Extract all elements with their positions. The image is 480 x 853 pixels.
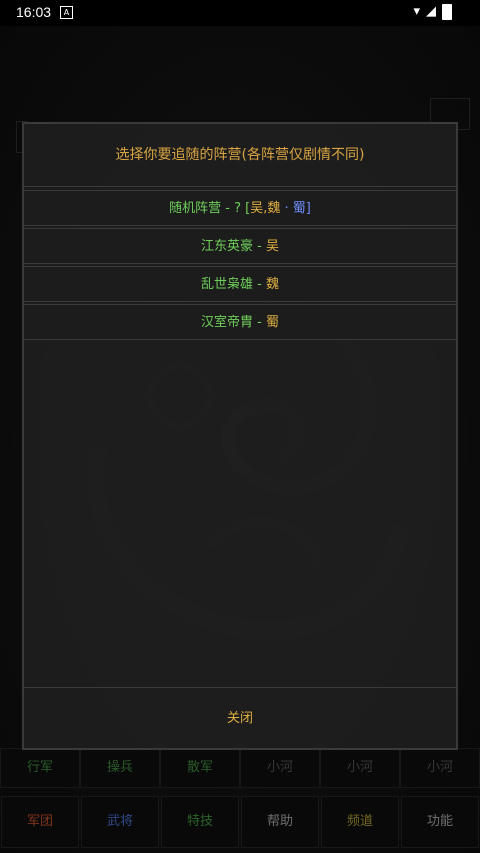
status-icons: ▾ ◢ [413, 4, 452, 20]
notification-icon: A [60, 6, 73, 19]
wifi-icon: ▾ [413, 4, 420, 19]
option-random-faction[interactable]: 随机阵营 - ? [吴,魏 · 蜀] [24, 190, 456, 226]
status-bar: 16:03 A ▾ ◢ [0, 0, 480, 26]
signal-icon: ◢ [426, 4, 436, 19]
faction-select-dialog: 选择你要追随的阵营(各阵营仅剧情不同) 随机阵营 - ? [吴,魏 · 蜀] 江… [22, 122, 458, 750]
option-shu[interactable]: 汉室帝胄 - 蜀 [24, 304, 456, 340]
close-button[interactable]: 关闭 [227, 711, 253, 726]
dialog-footer: 关闭 [24, 687, 456, 748]
clock: 16:03 [16, 4, 52, 20]
option-wei[interactable]: 乱世枭雄 - 魏 [24, 266, 456, 302]
dialog-title: 选择你要追随的阵营(各阵营仅剧情不同) [24, 124, 456, 187]
option-wu[interactable]: 江东英豪 - 吴 [24, 228, 456, 264]
battery-icon [442, 4, 452, 20]
